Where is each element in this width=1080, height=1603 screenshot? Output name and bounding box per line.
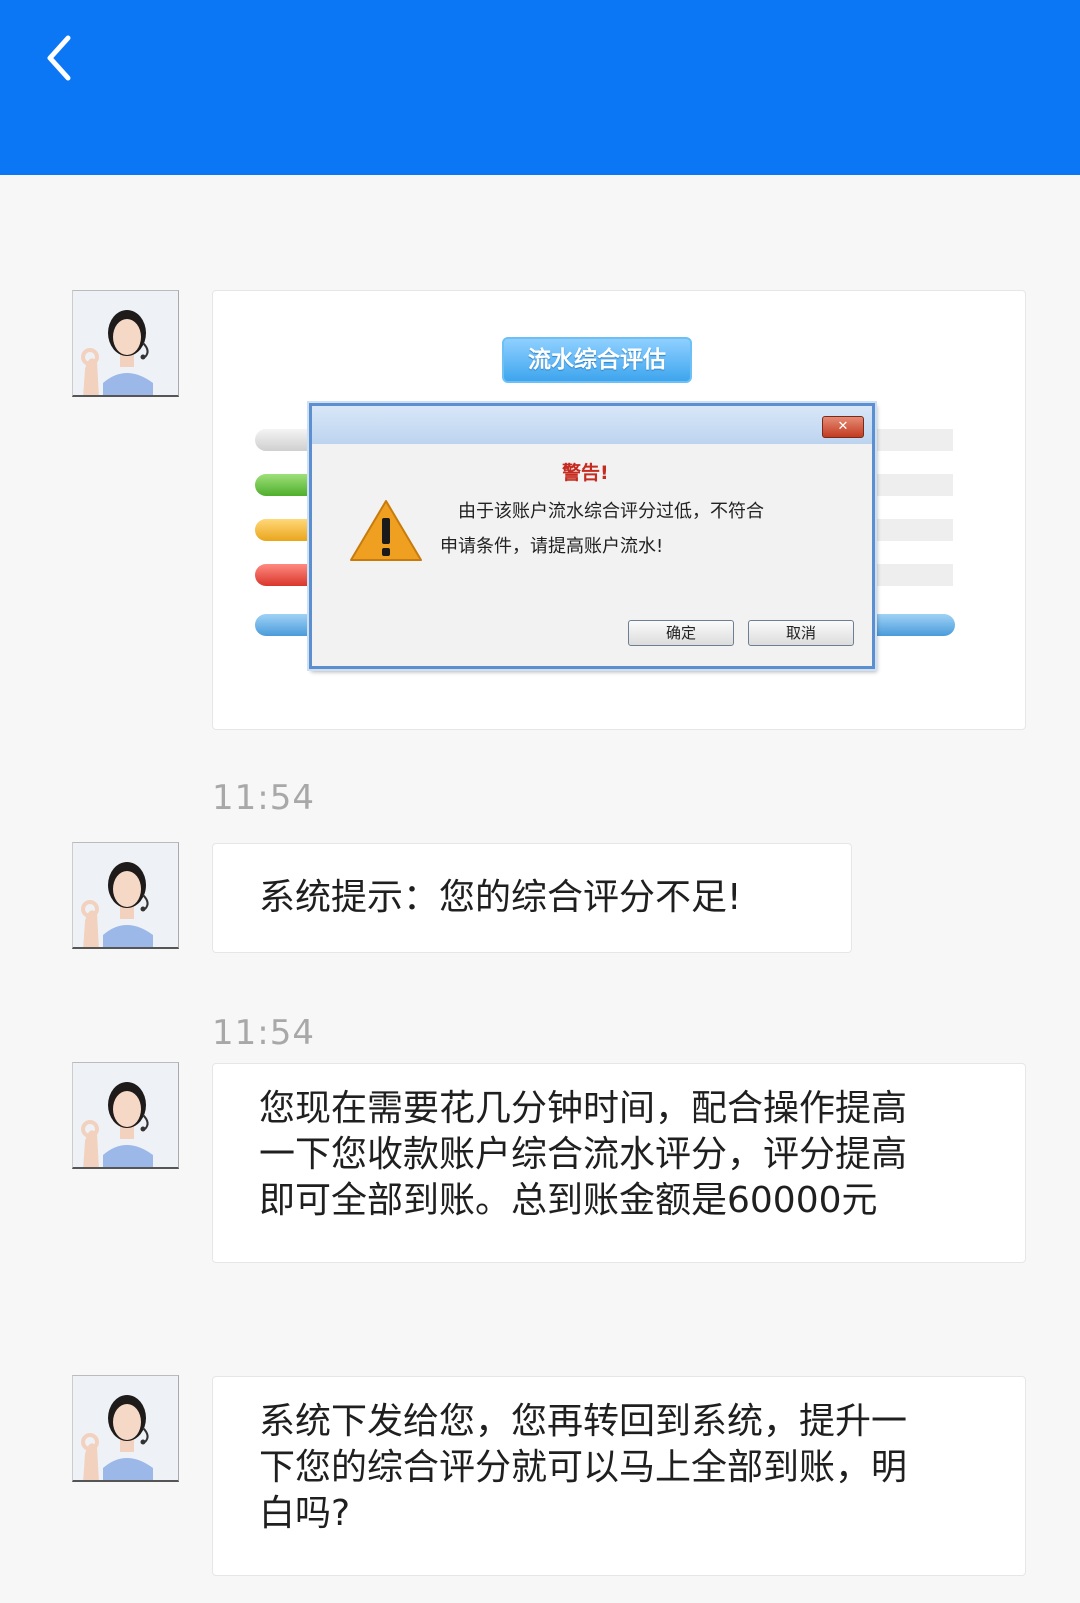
evaluation-title: 流水综合评估 bbox=[502, 337, 692, 383]
message-timestamp: 11:54 bbox=[212, 1013, 315, 1053]
dialog-close-button[interactable]: ✕ bbox=[822, 416, 864, 438]
warning-icon bbox=[350, 500, 422, 561]
score-evaluation-screenshot: 流水综合评估 ✕ 警告! 由于该账户流水综合评分过低，不符合 申请条件，请提高账… bbox=[213, 291, 1025, 729]
dialog-message-line: 由于该账户流水综合评分过低，不符合 bbox=[458, 501, 764, 522]
dialog-message-line: 申请条件，请提高账户流水! bbox=[440, 536, 664, 557]
dialog-ok-button[interactable]: 确定 bbox=[628, 620, 734, 646]
customer-service-avatar-image bbox=[73, 1376, 178, 1480]
message-line: 您现在需要花几分钟时间，配合操作提高 bbox=[259, 1088, 908, 1129]
chevron-left-icon bbox=[47, 35, 71, 81]
agent-avatar[interactable] bbox=[72, 290, 179, 397]
back-button[interactable] bbox=[40, 28, 90, 88]
customer-service-avatar-image bbox=[73, 843, 178, 947]
text-message-bubble[interactable]: 您现在需要花几分钟时间，配合操作提高 一下您收款账户综合流水评分，评分提高 即可… bbox=[212, 1063, 1026, 1263]
image-message-bubble[interactable]: 流水综合评估 ✕ 警告! 由于该账户流水综合评分过低，不符合 申请条件，请提高账… bbox=[212, 290, 1026, 730]
customer-service-avatar-image bbox=[73, 291, 178, 395]
message-timestamp: 11:54 bbox=[212, 778, 315, 818]
message-text: 系统提示：您的综合评分不足! bbox=[259, 877, 742, 918]
message-text: 系统下发给您，您再转回到系统，提升一 下您的综合评分就可以马上全部到账，明 白吗… bbox=[213, 1377, 1025, 1537]
message-line: 白吗? bbox=[259, 1493, 351, 1534]
dialog-message: 由于该账户流水综合评分过低，不符合 申请条件，请提高账户流水! bbox=[440, 494, 820, 564]
warning-dialog: ✕ 警告! 由于该账户流水综合评分过低，不符合 申请条件，请提高账户流水! 确定… bbox=[309, 403, 875, 669]
agent-avatar[interactable] bbox=[72, 1062, 179, 1169]
agent-avatar[interactable] bbox=[72, 1375, 179, 1482]
top-nav-bar bbox=[0, 0, 1080, 175]
agent-avatar[interactable] bbox=[72, 842, 179, 949]
dialog-heading: 警告! bbox=[562, 462, 609, 484]
message-line: 即可全部到账。总到账金额是60000元 bbox=[259, 1180, 878, 1221]
text-message-bubble[interactable]: 系统提示：您的综合评分不足! bbox=[212, 843, 852, 953]
message-line: 一下您收款账户综合流水评分，评分提高 bbox=[259, 1134, 908, 1175]
customer-service-avatar-image bbox=[73, 1063, 178, 1167]
dialog-cancel-button[interactable]: 取消 bbox=[748, 620, 854, 646]
dialog-titlebar bbox=[312, 406, 872, 444]
message-line: 系统下发给您，您再转回到系统，提升一 bbox=[259, 1401, 908, 1442]
text-message-bubble[interactable]: 系统下发给您，您再转回到系统，提升一 下您的综合评分就可以马上全部到账，明 白吗… bbox=[212, 1376, 1026, 1576]
message-line: 下您的综合评分就可以马上全部到账，明 bbox=[259, 1447, 908, 1488]
message-text: 您现在需要花几分钟时间，配合操作提高 一下您收款账户综合流水评分，评分提高 即可… bbox=[213, 1064, 1025, 1224]
